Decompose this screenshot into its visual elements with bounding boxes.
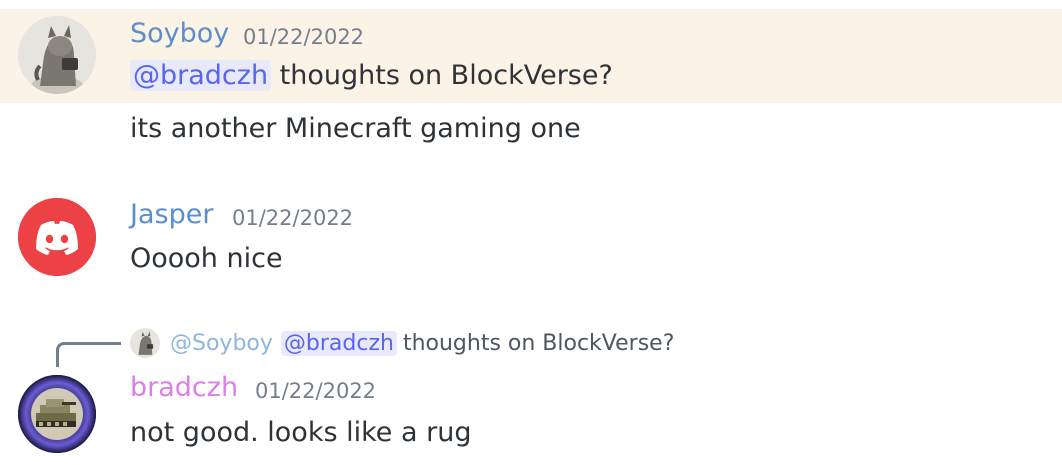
reply-preview[interactable]: @Soyboy @bradczh thoughts on BlockVerse? (130, 326, 674, 360)
discord-logo-icon (18, 198, 96, 276)
cat-statue-avatar-icon (130, 328, 160, 358)
message-timestamp: 01/22/2022 (243, 25, 365, 49)
message-content: not good. looks like a rug (130, 417, 471, 448)
message-text: not good. looks like a rug (130, 417, 472, 448)
reply-text: thoughts on BlockVerse? (402, 330, 675, 356)
chat-message-list: Soyboy 01/22/2022 @bradczh thoughts on B… (0, 0, 1062, 465)
reply-username[interactable]: @Soyboy (170, 331, 273, 356)
user-mention[interactable]: @bradczh (280, 330, 397, 356)
avatar[interactable] (18, 16, 96, 94)
message-content: Ooooh nice (130, 243, 283, 274)
message-username[interactable]: Soyboy (130, 18, 229, 49)
message-timestamp: 01/22/2022 (232, 206, 354, 230)
reply-avatar (130, 328, 160, 358)
message-content: its another Minecraft gaming one (130, 113, 581, 144)
message-username[interactable]: Jasper (130, 199, 213, 230)
message-text: thoughts on BlockVerse? (279, 60, 613, 91)
message-timestamp: 01/22/2022 (255, 379, 377, 403)
reply-connector-line (56, 342, 121, 367)
avatar[interactable] (18, 198, 96, 276)
cat-statue-avatar-icon (18, 16, 96, 94)
message-text: its another Minecraft gaming one (130, 113, 581, 144)
message-username[interactable]: bradczh (130, 372, 238, 403)
user-mention[interactable]: @bradczh (130, 60, 272, 91)
avatar[interactable] (18, 375, 96, 453)
message-content: @bradczh thoughts on BlockVerse? (130, 60, 613, 91)
message-text: Ooooh nice (130, 243, 283, 274)
pixel-tank-avatar-icon (18, 375, 96, 453)
